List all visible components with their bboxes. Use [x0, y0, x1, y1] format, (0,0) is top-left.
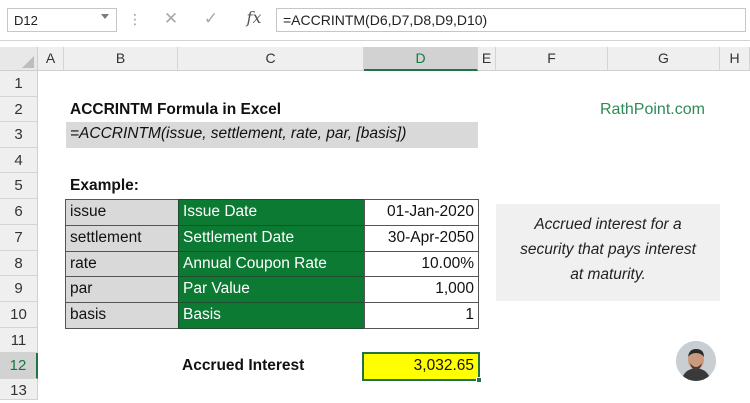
result-label[interactable]: Accrued Interest — [178, 353, 364, 379]
enter-icon[interactable]: ✓ — [200, 9, 222, 29]
name-box[interactable]: D12 — [7, 8, 117, 32]
column-header-b[interactable]: B — [64, 47, 178, 71]
row-header-12[interactable]: 12 — [0, 353, 38, 379]
more-options-icon[interactable]: ⋮ — [128, 10, 142, 28]
note-box[interactable]: Accrued interest for a security that pay… — [496, 204, 720, 301]
row-header-2[interactable]: 2 — [0, 97, 38, 122]
column-header-e[interactable]: E — [478, 47, 496, 71]
column-header-f[interactable]: F — [496, 47, 608, 71]
row-header-13[interactable]: 13 — [0, 379, 38, 400]
avatar — [676, 341, 716, 381]
active-cell-outline — [362, 352, 480, 381]
row-header-7[interactable]: 7 — [0, 225, 38, 251]
column-header-a[interactable]: A — [38, 47, 64, 71]
value-cell-d7[interactable]: 30-Apr-2050 — [364, 225, 479, 252]
note-line-3: at maturity. — [570, 266, 646, 283]
chevron-down-icon[interactable] — [101, 14, 109, 19]
value-cell-d9[interactable]: 1,000 — [364, 276, 479, 303]
formula-input[interactable]: =ACCRINTM(D6,D7,D8,D9,D10) — [276, 8, 746, 32]
row-header-1[interactable]: 1 — [0, 71, 38, 97]
arg-cell-settlement[interactable]: settlement — [65, 225, 179, 252]
column-header-c[interactable]: C — [178, 47, 364, 71]
label-cell-issue-date[interactable]: Issue Date — [178, 199, 365, 226]
label-cell-annual-coupon-rate[interactable]: Annual Coupon Rate — [178, 251, 365, 277]
column-header-d[interactable]: D — [364, 47, 478, 71]
row-header-11[interactable]: 11 — [0, 328, 38, 353]
note-line-2: security that pays interest — [520, 241, 696, 258]
row-header-10[interactable]: 10 — [0, 302, 38, 328]
label-cell-par-value[interactable]: Par Value — [178, 276, 365, 303]
arg-cell-rate[interactable]: rate — [65, 251, 179, 277]
row-header-6[interactable]: 6 — [0, 199, 38, 225]
row-header-9[interactable]: 9 — [0, 276, 38, 302]
row-header-5[interactable]: 5 — [0, 173, 38, 199]
avatar-icon — [676, 341, 716, 381]
function-icon[interactable]: fx — [243, 8, 265, 27]
value-cell-d6[interactable]: 01-Jan-2020 — [364, 199, 479, 226]
arg-cell-par[interactable]: par — [65, 276, 179, 303]
sheet-title[interactable]: ACCRINTM Formula in Excel — [66, 97, 366, 122]
row-header-3[interactable]: 3 — [0, 122, 38, 148]
label-cell-settlement-date[interactable]: Settlement Date — [178, 225, 365, 252]
row-header-4[interactable]: 4 — [0, 148, 38, 173]
note-line-1: Accrued interest for a — [534, 216, 682, 233]
syntax-cell[interactable]: =ACCRINTM(issue, settlement, rate, par, … — [66, 122, 478, 148]
arg-cell-basis[interactable]: basis — [65, 302, 179, 329]
label-cell-basis[interactable]: Basis — [178, 302, 365, 329]
example-label[interactable]: Example: — [66, 173, 178, 199]
value-cell-d8[interactable]: 10.00% — [364, 251, 479, 277]
cancel-icon[interactable]: ✕ — [160, 9, 182, 29]
arg-cell-issue[interactable]: issue — [65, 199, 179, 226]
column-header-g[interactable]: G — [608, 47, 720, 71]
value-cell-d10[interactable]: 1 — [364, 302, 479, 329]
fill-handle[interactable] — [476, 377, 482, 383]
row-header-8[interactable]: 8 — [0, 251, 38, 276]
column-header-h[interactable]: H — [720, 47, 750, 71]
brand-label[interactable]: RathPoint.com — [596, 97, 720, 122]
select-all-icon[interactable] — [22, 56, 34, 68]
